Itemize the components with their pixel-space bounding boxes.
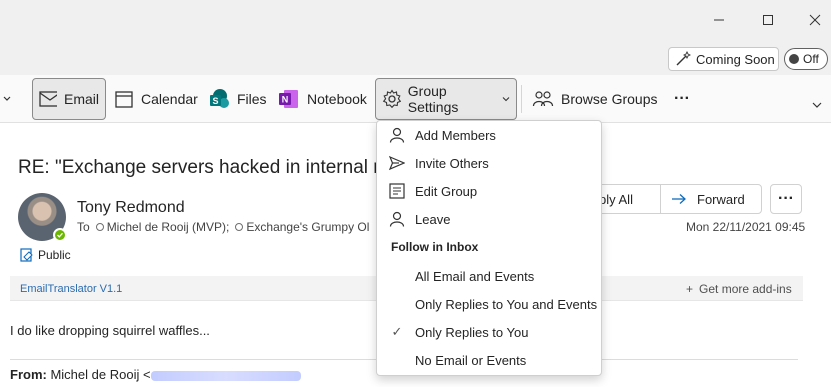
sharepoint-icon: S — [210, 89, 229, 108]
reply-all-button[interactable]: ply All — [596, 184, 660, 214]
redacted-email — [150, 370, 301, 381]
to-label: To — [77, 220, 90, 234]
get-more-addins-label: Get more add-ins — [699, 282, 792, 296]
get-more-addins-button[interactable]: + Get more add-ins — [686, 282, 792, 296]
recipient[interactable]: Michel de Rooij (MVP); — [107, 220, 230, 234]
envelope-icon — [39, 91, 57, 107]
toggle-knob — [789, 54, 799, 64]
sender-name[interactable]: Tony Redmond — [77, 199, 185, 217]
ribbon-group-settings-button[interactable]: Group Settings — [375, 78, 517, 120]
gear-icon — [382, 89, 401, 109]
menu-item-only-replies-and-events[interactable]: Only Replies to You and Events — [377, 291, 601, 317]
onenote-icon: N — [279, 90, 298, 108]
menu-item-label: Leave — [415, 211, 451, 227]
maximize-button[interactable] — [750, 6, 786, 34]
chevron-down-icon — [503, 97, 510, 102]
forward-label: Forward — [697, 191, 745, 207]
ribbon-notebook-button[interactable]: N Notebook — [272, 78, 373, 120]
forward-button[interactable]: Forward — [660, 184, 762, 214]
ribbon-collapse-left-button[interactable] — [2, 78, 22, 120]
calendar-icon — [115, 91, 133, 108]
ribbon-files-label: Files — [237, 91, 267, 107]
menu-item-label: No Email or Events — [415, 352, 527, 368]
person-icon — [388, 126, 406, 144]
svg-text:S: S — [212, 96, 218, 106]
recipients-line: To Michel de Rooij (MVP); Exchange's Grump… — [77, 220, 377, 234]
coming-soon-label: Coming Soon — [696, 51, 775, 67]
presence-available-icon — [53, 228, 67, 242]
menu-item-label: Only Replies to You and Events — [415, 296, 598, 312]
from-label: From: — [10, 367, 47, 382]
ribbon-notebook-label: Notebook — [307, 91, 367, 107]
ribbon-browse-groups-label: Browse Groups — [561, 91, 658, 107]
menu-item-all-email-events[interactable]: All Email and Events — [377, 263, 601, 289]
menu-item-only-replies[interactable]: ✓ Only Replies to You — [377, 319, 601, 345]
plus-icon: + — [686, 282, 694, 296]
message-subject: RE: "Exchange servers hacked in internal… — [18, 157, 378, 178]
follow-in-inbox-header: Follow in Inbox — [391, 240, 479, 254]
ribbon-calendar-label: Calendar — [141, 91, 198, 107]
chevron-down-icon — [812, 102, 822, 108]
ribbon-more-button[interactable]: ··· — [668, 78, 696, 120]
people-icon — [532, 91, 554, 107]
ribbon-browse-groups-button[interactable]: Browse Groups — [526, 78, 663, 120]
chevron-down-icon — [3, 96, 11, 101]
title-bar: Coming Soon Off — [0, 0, 831, 75]
ribbon-files-button[interactable]: S Files — [202, 78, 273, 120]
message-date: Mon 22/11/2021 09:45 — [686, 220, 806, 234]
ribbon-separator — [521, 85, 522, 113]
menu-item-label: Add Members — [415, 127, 496, 143]
menu-item-label: Only Replies to You — [415, 324, 529, 340]
menu-item-leave[interactable]: Leave — [377, 206, 601, 232]
minimize-icon — [714, 19, 724, 21]
ribbon: Email Calendar S Files N Notebook Group … — [0, 75, 831, 123]
addin-emailtranslator-link[interactable]: EmailTranslator V1.1 — [20, 283, 122, 295]
sensitivity-label[interactable]: Public — [20, 248, 71, 262]
message-more-actions-button[interactable]: ··· — [770, 184, 802, 214]
menu-item-label: Invite Others — [415, 155, 489, 171]
send-icon — [388, 154, 406, 172]
menu-item-label: All Email and Events — [415, 268, 535, 284]
coming-soon-toggle[interactable]: Off — [784, 48, 828, 70]
sensitivity-label-text: Public — [38, 248, 71, 262]
maximize-icon — [763, 15, 773, 25]
magic-wand-icon — [676, 51, 691, 66]
ribbon-expand-button[interactable] — [805, 93, 829, 117]
from-name: Michel de Rooij < — [50, 367, 151, 382]
message-body: I do like dropping squirrel waffles... — [10, 323, 210, 338]
menu-item-no-email-events[interactable]: No Email or Events — [377, 347, 601, 373]
ribbon-calendar-button[interactable]: Calendar — [108, 78, 204, 120]
person-icon — [388, 210, 406, 228]
presence-unknown-icon — [95, 223, 104, 231]
ribbon-email-button[interactable]: Email — [32, 78, 106, 120]
close-button[interactable] — [797, 6, 831, 34]
checkmark-icon: ✓ — [391, 324, 403, 339]
minimize-button[interactable] — [701, 6, 737, 34]
more-icon: ··· — [778, 190, 794, 207]
quoted-from-line: From: Michel de Rooij < — [10, 367, 301, 382]
close-icon — [809, 14, 821, 26]
menu-item-invite-others[interactable]: Invite Others — [377, 150, 601, 176]
reply-all-label: ply All — [599, 191, 633, 207]
recipient[interactable]: Exchange's Grumpy Ol — [246, 220, 369, 234]
ribbon-email-label: Email — [63, 91, 99, 107]
more-icon: ··· — [674, 90, 690, 107]
menu-item-label: Edit Group — [415, 183, 478, 199]
toggle-label: Off — [803, 52, 819, 66]
presence-unknown-icon — [235, 223, 244, 231]
ribbon-group-settings-label: Group Settings — [407, 83, 459, 115]
group-settings-menu: Add Members Invite Others Edit Group Lea… — [376, 120, 602, 376]
edit-group-icon — [388, 182, 406, 200]
svg-text:N: N — [282, 95, 289, 105]
menu-item-edit-group[interactable]: Edit Group — [377, 178, 601, 204]
forward-arrow-icon — [672, 194, 686, 204]
label-icon — [20, 248, 33, 262]
coming-soon-button[interactable]: Coming Soon — [668, 47, 779, 71]
menu-item-add-members[interactable]: Add Members — [377, 122, 601, 148]
